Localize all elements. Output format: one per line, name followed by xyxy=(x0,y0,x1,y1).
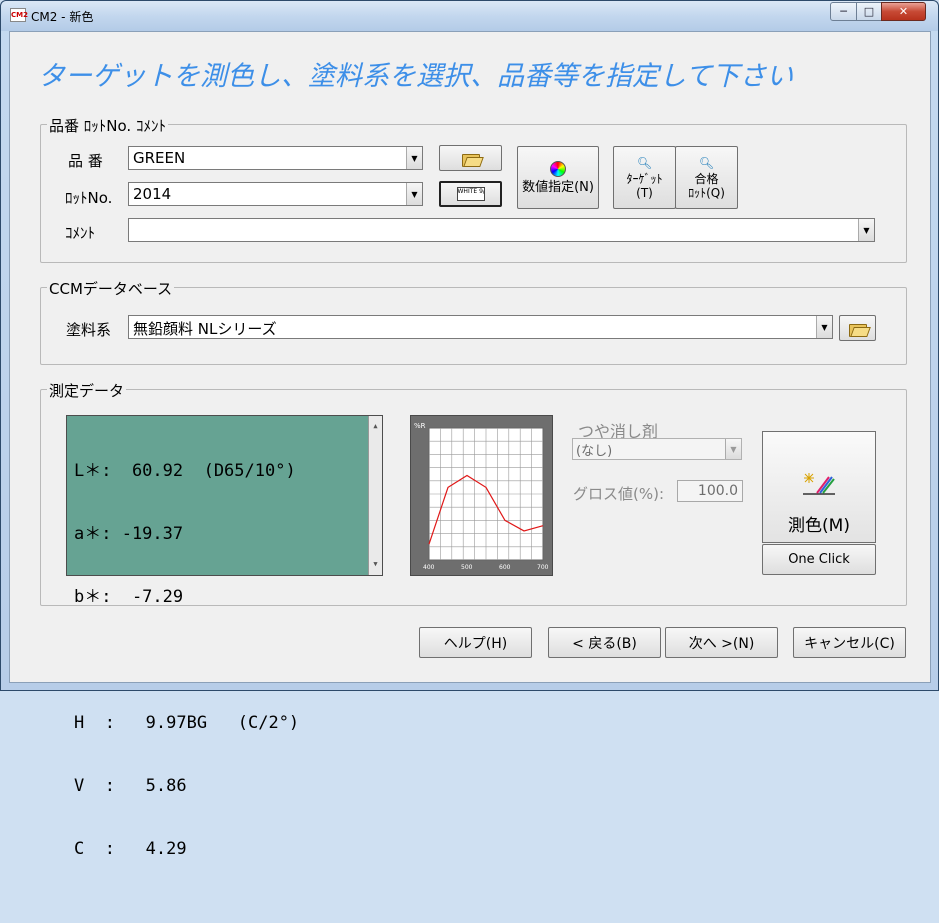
target-label-line1: ﾀｰｹﾞｯﾄ xyxy=(626,171,663,186)
one-click-button[interactable]: One Click xyxy=(762,544,876,575)
chevron-down-icon[interactable]: ▼ xyxy=(406,183,422,205)
chevron-down-icon[interactable]: ▼ xyxy=(858,219,874,241)
data-line-value: V : 5.86 xyxy=(74,776,187,796)
title-bar[interactable]: CM2 CM2 - 新色 ─ □ ✕ xyxy=(1,1,938,31)
pass-label-line1: 合格 xyxy=(694,171,719,186)
data-scrollbar[interactable]: ▲ ▼ xyxy=(368,416,382,575)
hinban-combo[interactable]: GREEN ▼ xyxy=(128,146,423,170)
pass-lot-button[interactable]: 🔍︎ 合格 ﾛｯﾄ(Q) xyxy=(675,146,738,209)
measurement-group-legend: 測定データ xyxy=(47,380,127,401)
folder-open-icon xyxy=(461,152,480,167)
product-group-legend: 品番 ﾛｯﾄNo. ｺﾒﾝﾄ xyxy=(47,115,168,136)
scroll-up-icon[interactable]: ▲ xyxy=(373,416,377,437)
graph-xtick-label: 700 xyxy=(537,564,549,571)
dialog-client-area: ターゲットを測色し、塗料系を選択、品番等を指定して下さい 品番 ﾛｯﾄNo. ｺ… xyxy=(9,31,931,859)
graph-xtick-label: 600 xyxy=(499,564,511,571)
measurement-data-display: L＊: 60.92 (D65/10°) a＊: -19.37 b＊: -7.29… xyxy=(66,415,383,859)
open-database-button[interactable] xyxy=(839,315,876,341)
magnifier-icon: 🔍︎ xyxy=(636,155,653,170)
gloss-value-field[interactable]: 100.0 xyxy=(677,480,743,502)
graph-xtick-label: 500 xyxy=(461,564,473,571)
data-line-hue: H : 9.97BG (C/2°) xyxy=(74,713,300,733)
comment-combo[interactable]: ▼ xyxy=(128,218,875,242)
numeric-spec-label: 数値指定(N) xyxy=(522,179,594,195)
measure-color-button[interactable]: 測色(M) xyxy=(762,431,876,543)
reflectance-graph: %R 400 500 600 700 xyxy=(410,415,553,576)
back-button[interactable]: < 戻る(B) xyxy=(548,627,661,658)
matte-agent-combo[interactable]: (なし) ▼ xyxy=(572,438,742,460)
target-label-line2: (T) xyxy=(636,185,653,200)
magnifier-icon: 🔍︎ xyxy=(698,155,715,170)
graph-ylabel: %R xyxy=(414,422,426,430)
chevron-down-icon[interactable]: ▼ xyxy=(406,147,422,169)
paint-system-combo[interactable]: 無鉛顔料 NLシリーズ ▼ xyxy=(128,315,833,339)
help-button[interactable]: ヘルプ(H) xyxy=(419,627,532,658)
numeric-spec-button[interactable]: 数値指定(N) xyxy=(517,146,599,209)
graph-xtick-label: 400 xyxy=(423,564,435,571)
gloss-label: グロス値(%): xyxy=(573,485,665,503)
lot-value: 2014 xyxy=(133,185,172,203)
paint-system-value: 無鉛顔料 NLシリーズ xyxy=(133,320,277,338)
comment-label: ｺﾒﾝﾄ xyxy=(65,224,96,242)
hinban-label: 品 番 xyxy=(68,152,103,170)
chevron-down-icon[interactable]: ▼ xyxy=(816,316,832,338)
lot-combo[interactable]: 2014 ▼ xyxy=(128,182,423,206)
scroll-down-icon[interactable]: ▼ xyxy=(373,554,377,575)
chevron-down-icon[interactable]: ▼ xyxy=(725,439,741,459)
pass-label-line2: ﾛｯﾄ(Q) xyxy=(688,185,725,200)
spec-card-icon: WHITE 9/20 xyxy=(456,187,485,201)
target-button[interactable]: 🔍︎ ﾀｰｹﾞｯﾄ (T) xyxy=(613,146,676,209)
data-line-blank xyxy=(74,650,382,671)
matte-agent-value: (なし) xyxy=(576,444,613,459)
color-wheel-icon xyxy=(550,160,566,177)
measure-color-label: 測色(M) xyxy=(788,516,850,536)
paint-system-label: 塗料系 xyxy=(66,321,112,339)
close-button[interactable]: ✕ xyxy=(881,2,926,21)
ccm-group-legend: CCMデータベース xyxy=(47,278,175,299)
cancel-button[interactable]: キャンセル(C) xyxy=(793,627,906,658)
folder-open-icon xyxy=(848,322,867,337)
data-line-astar: a＊: -19.37 xyxy=(74,524,184,544)
spectrophotometer-icon xyxy=(803,473,835,495)
reflectance-chart-svg: %R 400 500 600 700 xyxy=(414,422,549,571)
hinban-value: GREEN xyxy=(133,149,186,167)
data-line-lstar: L＊: 60.92 (D65/10°) xyxy=(74,461,296,481)
app-icon: CM2 xyxy=(10,8,28,22)
next-button[interactable]: 次へ >(N) xyxy=(665,627,778,658)
lot-label: ﾛｯﾄNo. xyxy=(65,189,113,207)
data-line-chroma: C : 4.29 xyxy=(74,839,187,859)
spec-card-button[interactable]: WHITE 9/20 xyxy=(439,181,502,207)
open-product-button[interactable] xyxy=(439,145,502,171)
minimize-button[interactable]: ─ xyxy=(830,2,857,21)
data-line-bstar: b＊: -7.29 xyxy=(74,587,184,607)
window-title: CM2 - 新色 xyxy=(31,10,94,24)
app-window: CM2 CM2 - 新色 ─ □ ✕ ターゲットを測色し、塗料系を選択、品番等を… xyxy=(0,0,939,859)
instruction-heading: ターゲットを測色し、塗料系を選択、品番等を指定して下さい xyxy=(38,61,794,92)
maximize-button[interactable]: □ xyxy=(856,2,882,21)
